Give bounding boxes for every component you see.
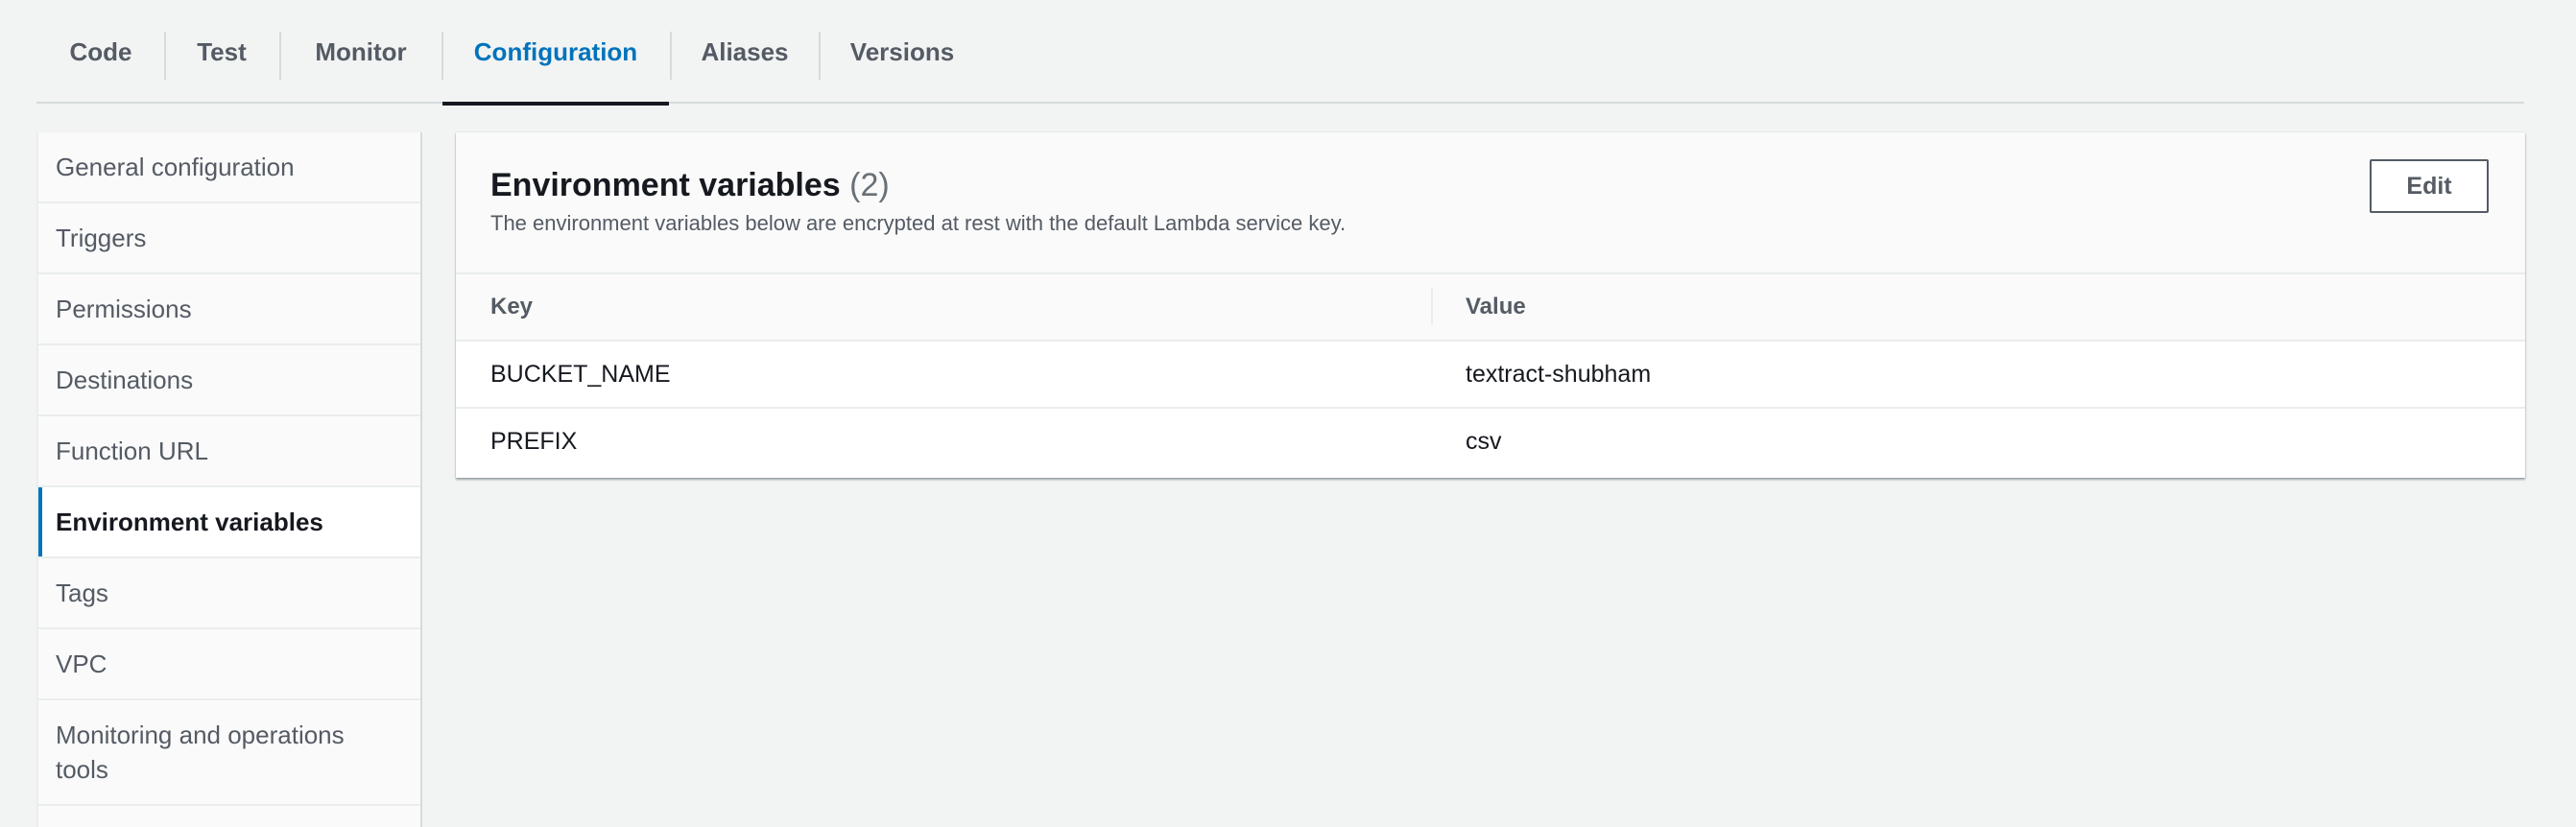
sidebar-item-function-url[interactable]: Function URL bbox=[38, 416, 420, 487]
sidebar-item-permissions[interactable]: Permissions bbox=[38, 274, 420, 345]
sidebar-item-environment-variables[interactable]: Environment variables bbox=[38, 487, 420, 558]
environment-variables-panel: Environment variables (2) The environmen… bbox=[456, 132, 2525, 478]
column-header-key: Key bbox=[490, 294, 534, 319]
column-divider bbox=[1431, 288, 1433, 324]
sidebar-item-destinations[interactable]: Destinations bbox=[38, 345, 420, 416]
tab-monitor[interactable]: Monitor bbox=[280, 0, 441, 104]
env-key-cell: PREFIX bbox=[490, 427, 578, 455]
tab-test[interactable]: Test bbox=[165, 0, 278, 104]
panel-title: Environment variables (2) bbox=[490, 167, 890, 204]
env-key-cell: BUCKET_NAME bbox=[490, 360, 671, 388]
column-header-value: Value bbox=[1466, 294, 1526, 319]
panel-description: The environment variables below are encr… bbox=[490, 211, 1347, 235]
tab-code[interactable]: Code bbox=[36, 0, 165, 104]
env-value-cell: csv bbox=[1466, 427, 1502, 455]
env-value-cell: textract-shubham bbox=[1466, 360, 1652, 388]
tab-aliases[interactable]: Aliases bbox=[671, 0, 819, 104]
tab-versions[interactable]: Versions bbox=[820, 0, 985, 104]
table-row: PREFIX csv bbox=[456, 409, 2525, 476]
sidebar-item-triggers[interactable]: Triggers bbox=[38, 203, 420, 274]
sidebar-item-general-configuration[interactable]: General configuration bbox=[38, 132, 420, 203]
table-header: Key Value bbox=[456, 274, 2525, 342]
configuration-sidebar: General configuration Triggers Permissio… bbox=[36, 132, 422, 827]
table-row: BUCKET_NAME textract-shubham bbox=[456, 342, 2525, 409]
tab-configuration[interactable]: Configuration bbox=[442, 0, 669, 106]
panel-header: Environment variables (2) The environmen… bbox=[456, 132, 2525, 274]
function-tabs: Code Test Monitor Configuration Aliases … bbox=[36, 0, 2524, 106]
sidebar-item-vpc[interactable]: VPC bbox=[38, 629, 420, 700]
variables-count: (2) bbox=[849, 167, 890, 203]
edit-button[interactable]: Edit bbox=[2370, 159, 2489, 213]
sidebar-item-monitoring-tools[interactable]: Monitoring and operations tools bbox=[38, 700, 420, 806]
sidebar-item-tags[interactable]: Tags bbox=[38, 558, 420, 629]
panel-title-text: Environment variables bbox=[490, 167, 841, 203]
